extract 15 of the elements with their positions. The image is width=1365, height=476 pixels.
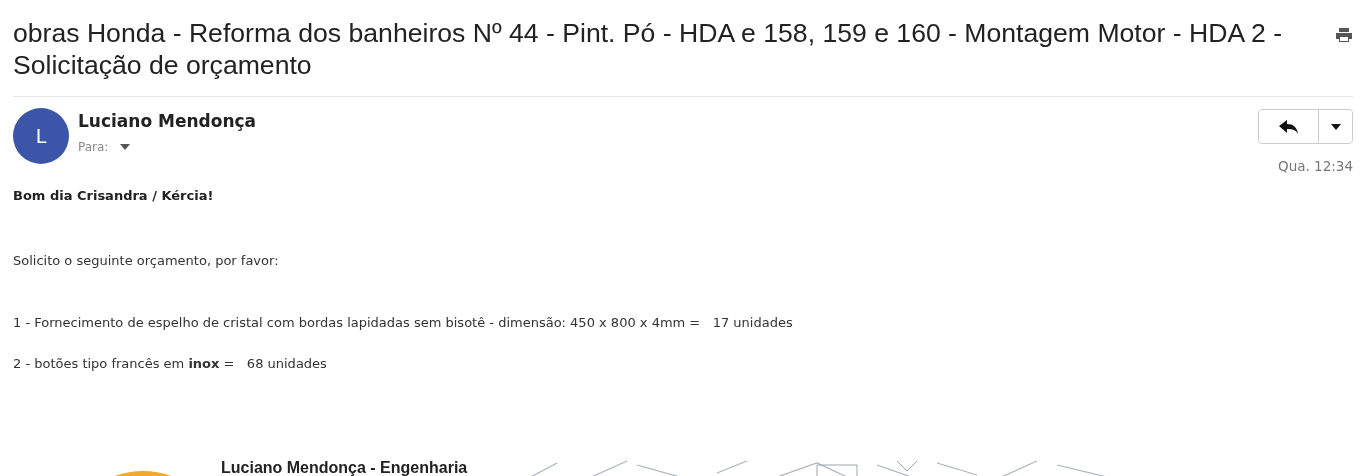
avatar: L	[13, 108, 69, 164]
list-item-text: 2 - botões tipo francês em inox = 68 unidades	[13, 356, 328, 371]
email-subject: obras Honda - Reforma dos banheiros Nº 44 - Pint. Pó - HDA e 158, 159 e 160 - Montagem Motor - HDA 2 - Solicitação de orçamento	[13, 17, 1284, 81]
reply-icon	[1278, 119, 1299, 134]
print-icon[interactable]	[1335, 27, 1353, 43]
recipients-label: Para:	[78, 140, 109, 154]
caret-icon	[1330, 123, 1341, 130]
greeting-text: Bom dia Crisandra / Kércia!	[13, 188, 215, 203]
reply-button[interactable]	[1259, 110, 1319, 143]
sender-name: Luciano Mendonça	[78, 111, 258, 131]
signature-title: Luciano Mendonça - Engenharia	[221, 459, 468, 476]
paragraph-text: Solicito o seguinte orçamento, por favor:	[13, 253, 280, 268]
list-item-text: 1 - Fornecimento de espelho de cristal com bordas lapidadas sem bisotê - dimensão: 450 x 800 x 4mm = 17 unidades	[13, 315, 794, 330]
timestamp: Qua. 12:34	[1278, 158, 1353, 174]
dropdown-caret-icon[interactable]	[120, 144, 131, 150]
